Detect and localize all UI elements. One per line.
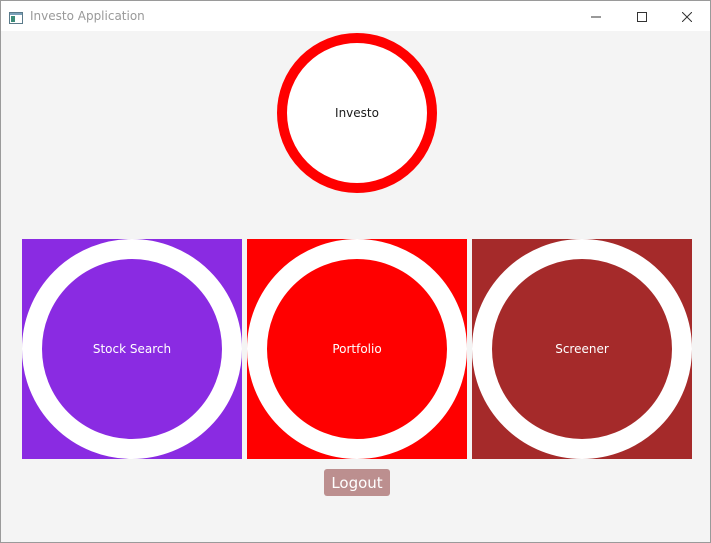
screener-tile: Screener (472, 239, 692, 459)
portfolio-label: Portfolio (332, 342, 382, 356)
app-window: Investo Application Investo Stock Search (0, 0, 711, 543)
stock-search-tile: Stock Search (22, 239, 242, 459)
app-window-icon (9, 9, 23, 24)
maximize-button[interactable] (619, 1, 665, 31)
close-icon (681, 7, 693, 26)
window-title: Investo Application (30, 9, 145, 23)
stock-search-button[interactable]: Stock Search (22, 239, 242, 459)
minimize-button[interactable] (573, 1, 619, 31)
minimize-icon (591, 7, 601, 26)
portfolio-button[interactable]: Portfolio (247, 239, 467, 459)
logout-button[interactable]: Logout (324, 469, 390, 496)
portfolio-tile: Portfolio (247, 239, 467, 459)
stock-search-label: Stock Search (92, 342, 172, 356)
close-button[interactable] (664, 1, 710, 31)
screener-button[interactable]: Screener (472, 239, 692, 459)
logo-label: Investo (335, 106, 379, 120)
maximize-icon (637, 7, 647, 26)
screener-label: Screener (555, 342, 609, 356)
investo-logo: Investo (277, 33, 437, 193)
title-bar[interactable]: Investo Application (1, 1, 710, 31)
